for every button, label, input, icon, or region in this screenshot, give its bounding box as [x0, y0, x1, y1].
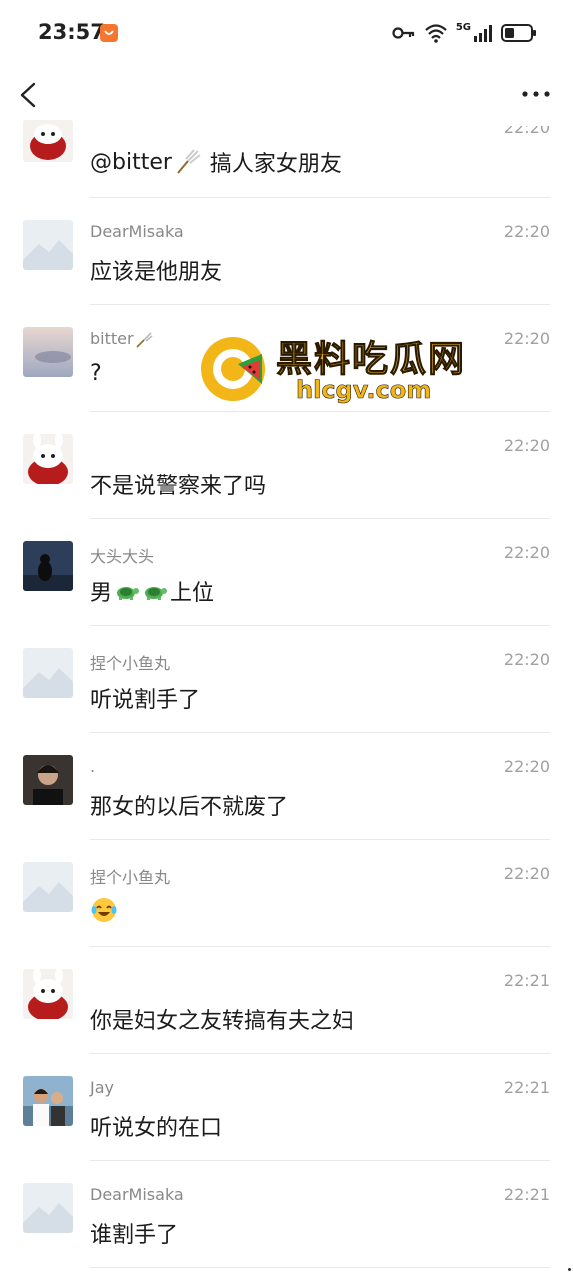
watermark: 黑料吃瓜网 hlcgv.com: [198, 330, 478, 410]
comment-text: 你是妇女之友转搞有夫之妇: [90, 1009, 355, 1034]
watermark-logo-icon: [201, 337, 265, 401]
comment-row[interactable]: 大头大头 22:20 男 上位: [0, 519, 573, 626]
default-avatar[interactable]: [23, 648, 73, 698]
comment-text: [90, 896, 118, 924]
comment-text: 听说割手了: [90, 688, 201, 713]
comment-username[interactable]: 大头大头: [90, 543, 154, 567]
sky-avatar[interactable]: [23, 327, 73, 377]
comment-text: 不是说警察来了吗: [90, 474, 267, 499]
comment-text: ?: [90, 361, 102, 386]
comment-text: @bitter 搞人家女朋友: [90, 146, 342, 178]
person-avatar[interactable]: [23, 755, 73, 805]
default-avatar[interactable]: [23, 862, 73, 912]
comment-username[interactable]: DearMisaka: [90, 1185, 184, 1204]
wifi-icon: [425, 24, 447, 43]
default-avatar[interactable]: [23, 1183, 73, 1233]
default-avatar[interactable]: [23, 220, 73, 270]
comment-text: 应该是他朋友: [90, 260, 223, 285]
night-avatar[interactable]: [23, 541, 73, 591]
comment-row[interactable]: 捏个小鱼丸 22:20 听说割手了: [0, 626, 573, 733]
comment-time: 22:20: [503, 543, 550, 562]
rabbit-avatar[interactable]: [23, 969, 73, 1019]
comment-time: 22:20: [503, 757, 550, 776]
comment-time: 22:21: [503, 1078, 550, 1097]
mention-text[interactable]: @bitter: [90, 150, 172, 175]
comment-row[interactable]: Jay 22:21 听说女的在口: [0, 1054, 573, 1161]
watermark-url: hlcgv.com: [296, 376, 432, 405]
comment-row[interactable]: . 22:20 那女的以后不就废了: [0, 733, 573, 840]
couple-avatar[interactable]: [23, 1076, 73, 1126]
comment-time: 22:20: [503, 864, 550, 883]
rabbit-avatar[interactable]: [23, 120, 73, 162]
comment-text-tail: 搞人家女朋友: [209, 152, 342, 177]
status-bar: 23:57 5G: [0, 0, 573, 66]
watermark-title: 黑料吃瓜网: [275, 339, 467, 381]
comment-text: 那女的以后不就废了: [90, 795, 289, 820]
status-icons: 5G: [392, 22, 537, 44]
badminton-icon: [177, 149, 201, 174]
comment-row[interactable]: 22:21 你是妇女之友转搞有夫之妇: [0, 947, 573, 1054]
more-dots-icon: [522, 91, 550, 97]
network-label: 5G: [455, 21, 471, 33]
rabbit-avatar[interactable]: [23, 434, 73, 484]
turtle-icon: [117, 587, 140, 600]
laughing-crying-emoji-icon: [91, 898, 117, 922]
comment-time: 22:20: [503, 222, 550, 241]
comment-time: 22:20: [503, 650, 550, 669]
signal-icon: [474, 25, 492, 42]
comment-username[interactable]: bitter: [90, 329, 154, 349]
scroll-indicator: [568, 1268, 571, 1271]
app-notification-icon: [100, 24, 118, 42]
comment-time: 22:21: [503, 1185, 550, 1204]
comment-row[interactable]: DearMisaka 22:21 谁割手了: [0, 1161, 573, 1268]
comment-time: 22:20: [503, 436, 550, 455]
comment-row[interactable]: DearMisaka 22:20 应该是他朋友: [0, 198, 573, 305]
battery-icon: [501, 24, 536, 42]
key-icon: [392, 27, 414, 39]
chevron-left-icon: [20, 82, 36, 108]
status-time: 23:57: [38, 20, 105, 44]
comment-time: 22:20: [503, 329, 550, 348]
comment-row[interactable]: 捏个小鱼丸 22:20: [0, 840, 573, 947]
comment-username[interactable]: 捏个小鱼丸: [90, 650, 170, 674]
divider: [90, 1267, 550, 1268]
more-button[interactable]: [519, 80, 553, 110]
comment-username[interactable]: DearMisaka: [90, 222, 184, 241]
comment-text: 男 上位: [90, 581, 215, 606]
comment-username[interactable]: .: [90, 757, 95, 776]
badminton-icon: [136, 331, 153, 348]
turtle-icon: [145, 587, 168, 600]
comment-text: 谁割手了: [90, 1223, 179, 1248]
comment-username[interactable]: Jay: [90, 1078, 114, 1097]
comment-row[interactable]: 22:20 不是说警察来了吗: [0, 412, 573, 519]
comment-username[interactable]: 捏个小鱼丸: [90, 864, 170, 888]
back-button[interactable]: [14, 76, 48, 114]
nav-bar: [0, 66, 573, 126]
comment-time: 22:21: [503, 971, 550, 990]
comment-text: 听说女的在口: [90, 1116, 223, 1141]
